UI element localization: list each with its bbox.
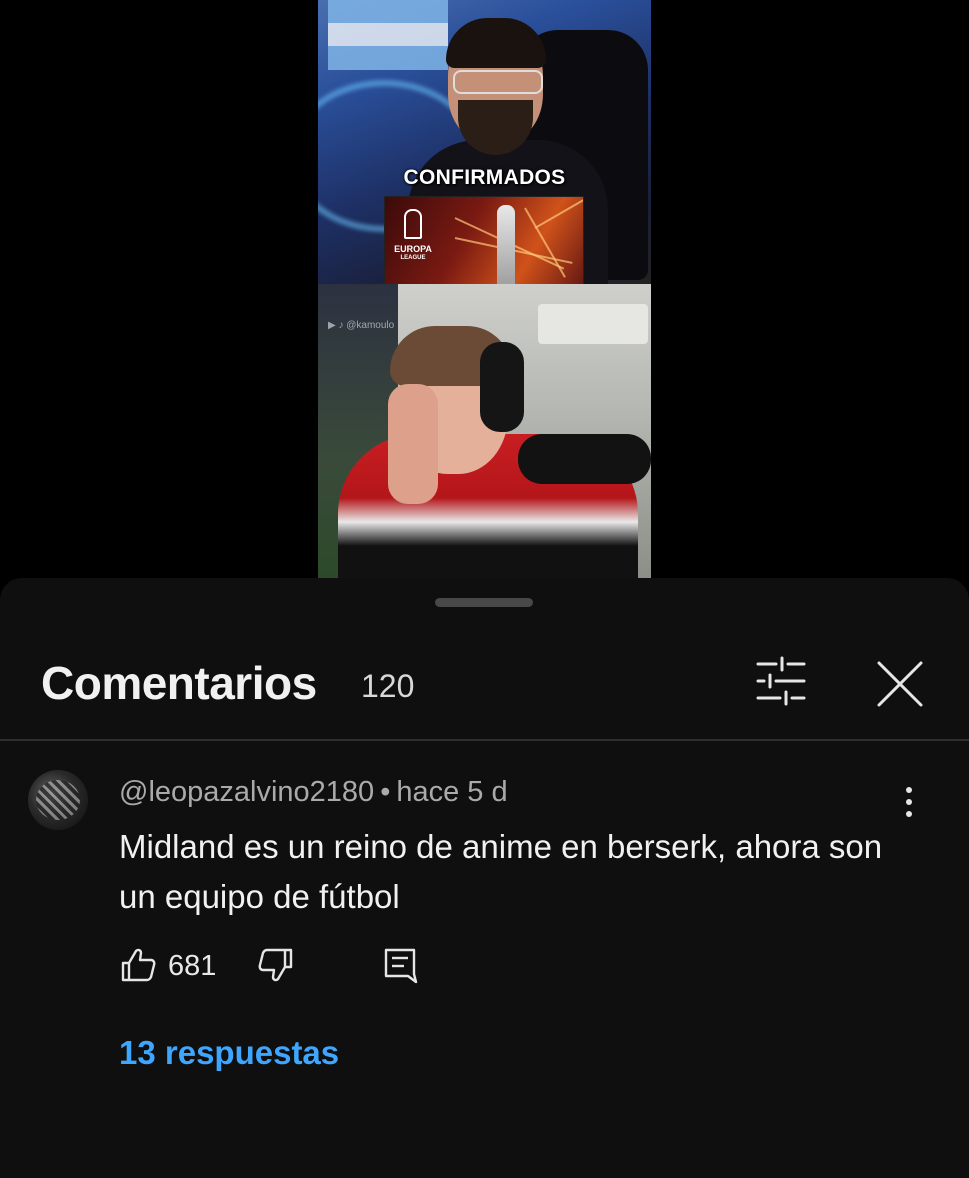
- video-top-frame: CONFIRMADOS EUROPA LEAGUE: [318, 0, 651, 300]
- dislike-button[interactable]: [257, 946, 295, 984]
- comments-sheet: Comentarios 120 @leopazalvino2180 • hace 5…: [0, 578, 969, 1178]
- headphones-image: [480, 342, 524, 432]
- video-overlay-caption: CONFIRMADOS: [403, 166, 566, 189]
- avatar[interactable]: [28, 770, 88, 830]
- drag-handle[interactable]: [435, 598, 533, 607]
- comment-author[interactable]: @leopazalvino2180: [119, 776, 374, 808]
- more-vertical-icon: [906, 787, 912, 817]
- streamer-glasses-image: [453, 70, 543, 94]
- close-button[interactable]: [872, 656, 928, 712]
- more-options-button[interactable]: [896, 782, 922, 822]
- comments-count: 120: [361, 668, 415, 704]
- channel-watermark: ▶ ♪ @kamoulo: [328, 320, 395, 331]
- comment-text: Midland es un reino de anime en berserk,…: [119, 828, 883, 915]
- close-icon: [877, 661, 923, 707]
- microphone-image: [518, 434, 651, 484]
- filter-button[interactable]: [752, 656, 810, 706]
- comment-time: hace 5 d: [396, 776, 508, 808]
- comments-title: Comentarios: [41, 657, 317, 709]
- view-replies-link[interactable]: 13 respuestas: [119, 1034, 339, 1072]
- trophy-image: [497, 205, 515, 291]
- like-button[interactable]: [119, 946, 157, 984]
- flag-image: [328, 0, 448, 70]
- reply-button[interactable]: [380, 946, 420, 986]
- air-conditioner-image: [538, 304, 648, 344]
- thumbs-down-icon: [258, 948, 293, 982]
- like-count: 681: [168, 950, 217, 982]
- video-bottom-frame: ▶ ♪ @kamoulo: [318, 284, 651, 578]
- trophy-icon: [404, 209, 422, 239]
- header-divider: [0, 739, 969, 741]
- logo-text: EUROPA: [394, 244, 432, 254]
- streamer-hair-image: [446, 18, 546, 68]
- sliders-icon: [756, 656, 806, 706]
- video-player[interactable]: CONFIRMADOS EUROPA LEAGUE ▶ ♪ @kamoulo: [318, 0, 651, 578]
- comment-meta: @leopazalvino2180 • hace 5 d: [119, 776, 508, 809]
- watermark-handle: @kamoulo: [346, 320, 395, 331]
- meta-separator: •: [380, 776, 391, 808]
- europa-league-logo: EUROPA LEAGUE: [393, 209, 433, 261]
- logo-subtext: LEAGUE: [400, 254, 426, 261]
- reactor-hand-image: [388, 384, 438, 504]
- thumbs-up-icon: [121, 948, 156, 982]
- reply-comment-icon: [384, 948, 418, 984]
